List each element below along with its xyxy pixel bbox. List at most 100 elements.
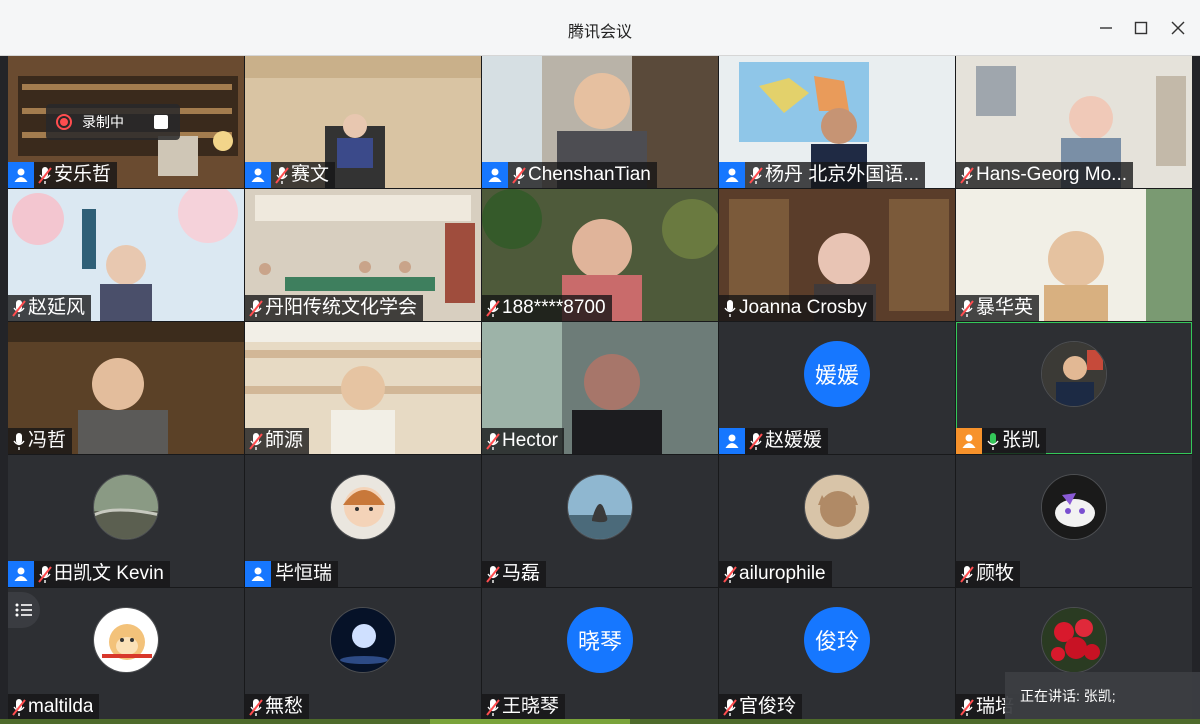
name-bar: 王晓琴 [482, 694, 566, 720]
mic-status [747, 162, 765, 188]
mic-status [721, 561, 739, 587]
participant-name: 安乐哲 [54, 164, 112, 185]
participant-name: 杨丹 北京外国语... [765, 164, 920, 185]
participant-name: 無愁 [265, 696, 304, 717]
mic-status [958, 561, 976, 587]
mic-icon [724, 300, 736, 317]
participant-name: 张凯 [1002, 430, 1041, 451]
participant-tile[interactable]: 张凯 [956, 322, 1192, 454]
minimize-icon [1100, 27, 1112, 29]
mic-muted-icon [12, 699, 26, 716]
host-badge-icon [719, 162, 745, 188]
participant-tile[interactable]: 無愁 [245, 588, 481, 720]
participant-name: 赛文 [291, 164, 330, 185]
user-icon [14, 567, 28, 581]
participant-name: 丹阳传统文化学会 [265, 297, 418, 318]
participant-tile[interactable]: 暴华英 [956, 189, 1192, 321]
participant-tile[interactable]: ChenshanTian [482, 56, 718, 188]
participant-name: 赵延风 [28, 297, 86, 318]
name-bar: Joanna Crosby [719, 295, 873, 321]
participant-tile[interactable]: 马磊 [482, 455, 718, 587]
participant-name: Joanna Crosby [739, 297, 867, 318]
mic-status [958, 162, 976, 188]
host-badge-icon [719, 428, 745, 454]
name-bar: 丹阳传统文化学会 [245, 295, 424, 321]
name-bar: 顾牧 [956, 561, 1021, 587]
mic-muted-icon [960, 167, 974, 184]
participant-name: Hector [502, 430, 558, 451]
mic-muted-icon [512, 167, 526, 184]
minimize-button[interactable] [1092, 14, 1120, 42]
avatar: 媛媛 [804, 341, 870, 407]
participant-tile[interactable]: ailurophile [719, 455, 955, 587]
name-bar: 毕恒瑞 [245, 561, 339, 587]
participant-name: 马磊 [502, 563, 541, 584]
mic-status [747, 428, 765, 454]
name-bar: 師源 [245, 428, 310, 454]
close-icon [1171, 21, 1185, 35]
mic-status [484, 694, 502, 720]
mic-muted-icon [723, 699, 737, 716]
participant-tile[interactable]: Joanna Crosby [719, 189, 955, 321]
participant-name: 田凯文 Kevin [54, 563, 164, 584]
participant-tile[interactable]: 冯哲 [8, 322, 244, 454]
mic-muted-icon [749, 433, 763, 450]
name-bar: 暴华英 [956, 295, 1040, 321]
stop-record-button[interactable] [154, 115, 168, 129]
participant-tile[interactable]: 俊玲 官俊玲 [719, 588, 955, 720]
participant-tile[interactable]: 媛媛赵媛媛 [719, 322, 955, 454]
mic-muted-icon [249, 300, 263, 317]
participant-tile[interactable]: 顾牧 [956, 455, 1192, 587]
name-bar: maltilda [8, 694, 100, 720]
mic-status [484, 295, 502, 321]
cartoon-girl-icon [330, 474, 396, 540]
recording-indicator[interactable]: 录制中 [46, 104, 180, 140]
red-flowers-icon [1041, 607, 1107, 673]
name-bar: 官俊玲 [719, 694, 803, 720]
name-bar: 冯哲 [8, 428, 73, 454]
user-icon [488, 168, 502, 182]
participant-tile[interactable]: 赵延风 [8, 189, 244, 321]
list-icon [15, 603, 32, 617]
participant-tile[interactable]: 丹阳传统文化学会 [245, 189, 481, 321]
user-icon [725, 168, 739, 182]
name-bar: 赵媛媛 [719, 428, 829, 454]
mic-muted-icon [249, 699, 263, 716]
name-bar: 安乐哲 [8, 162, 118, 188]
name-bar: 無愁 [245, 694, 310, 720]
mic-status [247, 295, 265, 321]
mic-muted-icon [486, 699, 500, 716]
participant-tile[interactable]: 杨丹 北京外国语... [719, 56, 955, 188]
mic-status [10, 428, 28, 454]
participant-name: ailurophile [739, 563, 826, 584]
mic-speaking-icon [987, 433, 999, 450]
participant-tile[interactable]: 赛文 [245, 56, 481, 188]
name-bar: 赵延风 [8, 295, 92, 321]
mic-status [273, 162, 291, 188]
user-icon [251, 567, 265, 581]
mic-muted-icon [486, 566, 500, 583]
speaking-indicator: 正在讲话: 张凯; [1005, 672, 1200, 720]
name-bar: 马磊 [482, 561, 547, 587]
mic-muted-icon [960, 300, 974, 317]
name-bar: ailurophile [719, 561, 832, 587]
participant-tile[interactable]: 師源 [245, 322, 481, 454]
mic-muted-icon [723, 566, 737, 583]
mic-icon [13, 433, 25, 450]
participant-tile[interactable]: 录制中安乐哲 [8, 56, 244, 188]
mic-status [984, 428, 1002, 454]
mic-muted-icon [486, 433, 500, 450]
participant-tile[interactable]: Hans-Georg Mo... [956, 56, 1192, 188]
participant-tile[interactable]: 晓琴 王晓琴 [482, 588, 718, 720]
participant-tile[interactable]: 188****8700 [482, 189, 718, 321]
participant-tile[interactable]: 毕恒瑞 [245, 455, 481, 587]
host-badge-icon [482, 162, 508, 188]
maximize-button[interactable] [1127, 14, 1155, 42]
participant-tile[interactable]: 田凯文 Kevin [8, 455, 244, 587]
participant-tile[interactable]: Hector [482, 322, 718, 454]
video-grid: 录制中 安乐哲 赛文 ChenshanTian 杨丹 北京外国语... Hans-Geor… [8, 56, 1192, 720]
close-button[interactable] [1164, 14, 1192, 42]
user-icon [962, 434, 976, 448]
participant-tile[interactable]: maltilda [8, 588, 244, 720]
mic-status [721, 295, 739, 321]
